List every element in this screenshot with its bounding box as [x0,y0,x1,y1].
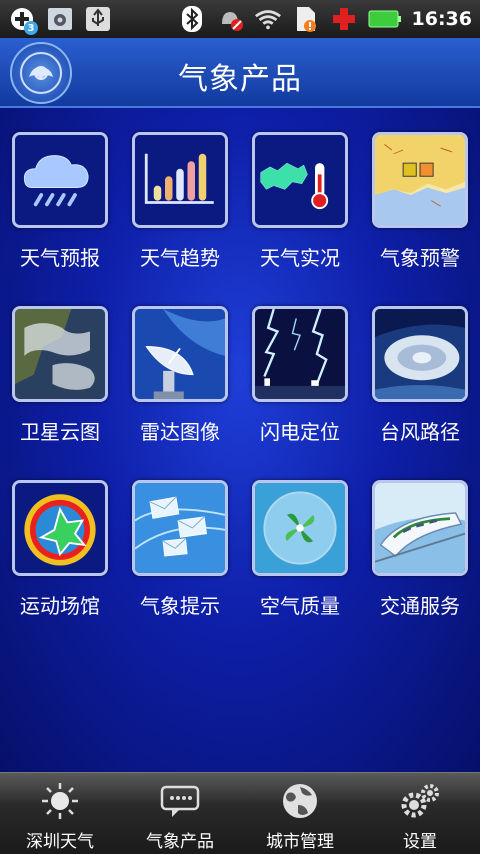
grid-item-label: 交通服务 [380,594,460,618]
grid-item-satellite-cloud[interactable]: 卫星云图 [0,282,120,444]
page-title: 气象产品 [178,62,302,97]
rain-cloud-icon [12,132,108,228]
medical-cross-icon [330,5,358,33]
tab-label: 设置 [403,832,437,852]
radar-dish-icon [132,306,228,402]
settings-notification-icon [46,5,74,33]
bluetooth-icon [178,5,206,33]
grid-item-current-weather[interactable]: 天气实况 [240,108,360,270]
grid-item-label: 台风路径 [380,420,460,444]
lightning-icon [252,306,348,402]
tab-label: 气象产品 [146,832,214,852]
status-time: 16:36 [411,8,472,30]
grid-item-radar-image[interactable]: 雷达图像 [120,282,240,444]
grid-item-label: 天气实况 [260,246,340,270]
grid-item-traffic-service[interactable]: 交通服务 [360,456,480,618]
app-header: 气象产品 [0,38,480,108]
grid-item-label: 空气质量 [260,594,340,618]
sun-icon [42,783,78,819]
add-notification-icon: 3 [8,5,38,35]
grid-item-air-quality[interactable]: 空气质量 [240,456,360,618]
warning-map-icon [372,132,468,228]
alarm-off-icon [216,5,244,33]
tab-settings[interactable]: 设置 [360,773,480,854]
grid-item-label: 天气趋势 [140,246,220,270]
thermometer-map-icon [252,132,348,228]
grid-item-label: 运动场馆 [20,594,100,618]
bar-chart-icon [132,132,228,228]
pinwheel-bubble-icon [252,480,348,576]
grid-item-weather-forecast[interactable]: 天气预报 [0,108,120,270]
tab-city-management[interactable]: 城市管理 [240,773,360,854]
globe-icon [283,784,317,818]
grid-item-sports-venues[interactable]: 运动场馆 [0,456,120,618]
grid-item-lightning-location[interactable]: 闪电定位 [240,282,360,444]
envelope-icon [132,480,228,576]
battery-icon [368,5,402,33]
grid-item-label: 卫星云图 [20,420,100,444]
grid-item-label: 天气预报 [20,246,100,270]
tab-label: 深圳天气 [26,832,94,852]
satellite-image-icon [12,306,108,402]
typhoon-icon [372,306,468,402]
grid-item-weather-warning[interactable]: 气象预警 [360,108,480,270]
notification-count-badge: 3 [24,21,38,35]
product-grid: 天气预报 天气趋势 天气实况 气象预警 卫星云图 雷达图像 闪电定位 台风路径 … [0,108,480,772]
message-icon [160,785,200,817]
grid-item-weather-tips[interactable]: 气象提示 [120,456,240,618]
tab-shenzhen-weather[interactable]: 深圳天气 [0,773,120,854]
stadium-icon [12,480,108,576]
grid-item-label: 气象提示 [140,594,220,618]
sd-card-warning-icon [292,5,320,33]
grid-item-label: 闪电定位 [260,420,340,444]
bottom-tab-bar: 深圳天气 气象产品 城市管理 设置 [0,772,480,854]
grid-item-label: 雷达图像 [140,420,220,444]
usb-icon [84,5,112,33]
grid-item-weather-trend[interactable]: 天气趋势 [120,108,240,270]
status-bar: 3 16:36 [0,0,480,38]
grid-item-typhoon-path[interactable]: 台风路径 [360,282,480,444]
tab-label: 城市管理 [266,832,334,852]
train-icon [372,480,468,576]
grid-item-label: 气象预警 [380,246,460,270]
tab-weather-products[interactable]: 气象产品 [120,773,240,854]
gears-icon [401,784,439,818]
wifi-icon [254,5,282,33]
